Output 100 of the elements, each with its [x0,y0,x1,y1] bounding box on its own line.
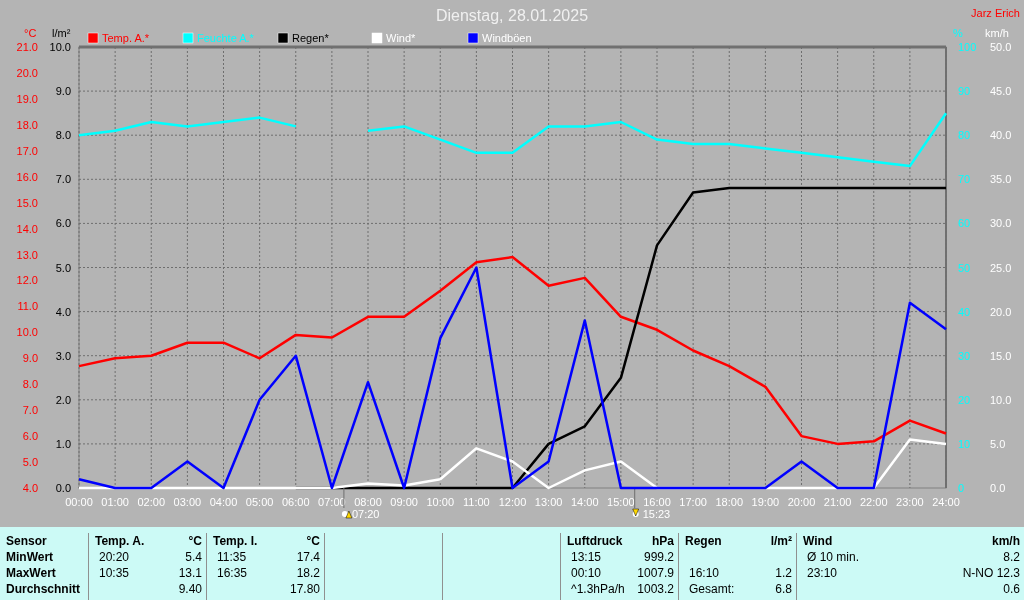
axis-tick-label: 05:00 [245,496,274,508]
axis-tick-label: 10.0 [990,393,1012,406]
axis-tick-label: 1.0 [55,437,71,450]
axis-tick-label: 14.0 [16,222,38,235]
axis-tick-label: 70 [958,173,971,186]
axis-tick-label: 5.0 [990,437,1006,450]
stats-header: Regen [685,533,722,549]
axis-tick-label: 10:00 [426,496,454,508]
stats-row-label: MaxWert [6,565,57,581]
axis-tick-label: 15.0 [16,196,38,209]
annotation-label: 15:23 [642,508,671,520]
axis-unit: l/m² [52,27,71,39]
axis-tick-label: 9.0 [55,85,71,98]
stats-cell-text: Gesamt: [688,581,735,597]
stats-cell: 17.80 [289,581,320,597]
stats-unit: l/m² [770,533,792,549]
axis-tick-label: 13:00 [534,496,563,508]
stats-cell-text: 23:10 [806,565,838,581]
axis-tick-label: 60 [958,217,971,230]
axis-tick-label: 40.0 [990,129,1012,142]
axis-tick-label: 2.0 [55,393,71,406]
axis-tick-label: 20:00 [787,496,816,508]
stats-row-label: MinWert [6,549,55,565]
axis-tick-label: 23:00 [896,496,924,508]
axis-tick-label: 09:00 [390,496,418,508]
axis-tick-label: 15:00 [607,496,635,508]
legend-label: Feuchte A.* [197,32,254,44]
stats-cell: 1003.2 [637,581,674,597]
stats-unit: °C [306,533,320,549]
stats-header: Temp. A. [95,533,145,549]
chart-title: Dienstag, 28.01.2025 [435,7,589,24]
axis-tick-label: 08:00 [354,496,382,508]
stats-cell: 5.4 [185,549,202,565]
stats-cell-text: 11:35 [216,549,247,565]
axis-tick-label: 30 [958,349,971,362]
axis-tick-label: 01:00 [101,496,129,508]
axis-tick-label: 17.0 [16,144,38,157]
axis-tick-label: 3.0 [55,349,71,362]
axis-tick-label: 4.0 [55,305,71,318]
stats-header: Luftdruck [567,533,623,549]
stats-cell: 6.8 [775,581,792,597]
axis-tick-label: 80 [958,129,971,142]
axis-tick-label: 35.0 [990,173,1012,186]
axis-tick-label: 20 [958,393,971,406]
axis-tick-label: 12:00 [498,496,527,508]
stats-cell: 9.40 [178,581,202,597]
axis-tick-label: 20.0 [990,305,1012,318]
sun-up-icon [341,510,353,519]
axis-tick-label: 10 [958,437,971,450]
axis-tick-label: 0.0 [990,482,1006,494]
axis-tick-label: 10.0 [16,326,38,339]
stats-cell-text: 16:10 [688,565,720,581]
legend-label: Wind* [386,32,416,44]
stats-cell-text: 10:35 [98,565,130,581]
stats-cell: N-NO 12.3 [962,565,1020,581]
axis-tick-label: 19.0 [16,92,38,105]
stats-unit: hPa [652,533,674,549]
axis-tick-label: 6.0 [22,430,38,443]
axis-tick-label: 4.0 [22,482,38,494]
axis-tick-label: 11:00 [463,496,490,508]
axis-tick-label: 5.0 [55,261,71,274]
stats-cell: 8.2 [1003,549,1020,565]
axis-tick-label: 21:00 [823,496,852,508]
axis-tick-label: 0 [958,482,965,494]
axis-unit: km/h [985,27,1009,39]
legend-label: Regen* [292,32,329,44]
axis-tick-label: 90 [958,85,971,98]
legend-label: Temp. A.* [102,32,150,44]
axis-tick-label: 7.0 [55,173,71,186]
stats-cell: 17.4 [296,549,320,565]
axis-tick-label: 14:00 [571,496,599,508]
axis-unit: °C [24,27,37,39]
axis-tick-label: 30.0 [990,217,1012,230]
axis-tick-label: 22:00 [860,496,888,508]
axis-tick-label: 18.0 [16,118,38,131]
stats-cell: 13.1 [178,565,202,581]
annotation-label: 07:20 [351,508,380,520]
axis-tick-label: 21.0 [16,41,38,53]
axis-tick-label: 15.0 [990,349,1012,362]
stats-unit: °C [188,533,202,549]
axis-tick-label: 03:00 [173,496,202,508]
axis-tick-label: 7.0 [22,404,38,417]
stats-unit: km/h [992,533,1020,549]
axis-tick-label: 07:00 [318,496,346,508]
axis-tick-label: 24:00 [932,496,960,508]
axis-tick-label: 5.0 [22,456,38,469]
legend-label: Windböen [482,32,532,44]
axis-tick-label: 50.0 [990,41,1012,53]
stats-cell-text: ^1.3hPa/h [570,581,625,597]
axis-tick-label: 50 [958,261,971,274]
axis-tick-label: 10.0 [49,41,71,53]
stats-cell-text: 20:20 [98,549,130,565]
axis-tick-label: 8.0 [55,129,71,142]
stats-header: Wind [803,533,833,549]
stats-cell-text: Ø 10 min. [806,549,860,565]
axis-tick-label: 06:00 [282,496,310,508]
axis-tick-label: 17:00 [679,496,707,508]
stats-header: Temp. I. [213,533,258,549]
axis-tick-label: 0.0 [55,482,71,494]
axis-tick-label: 6.0 [55,217,71,230]
